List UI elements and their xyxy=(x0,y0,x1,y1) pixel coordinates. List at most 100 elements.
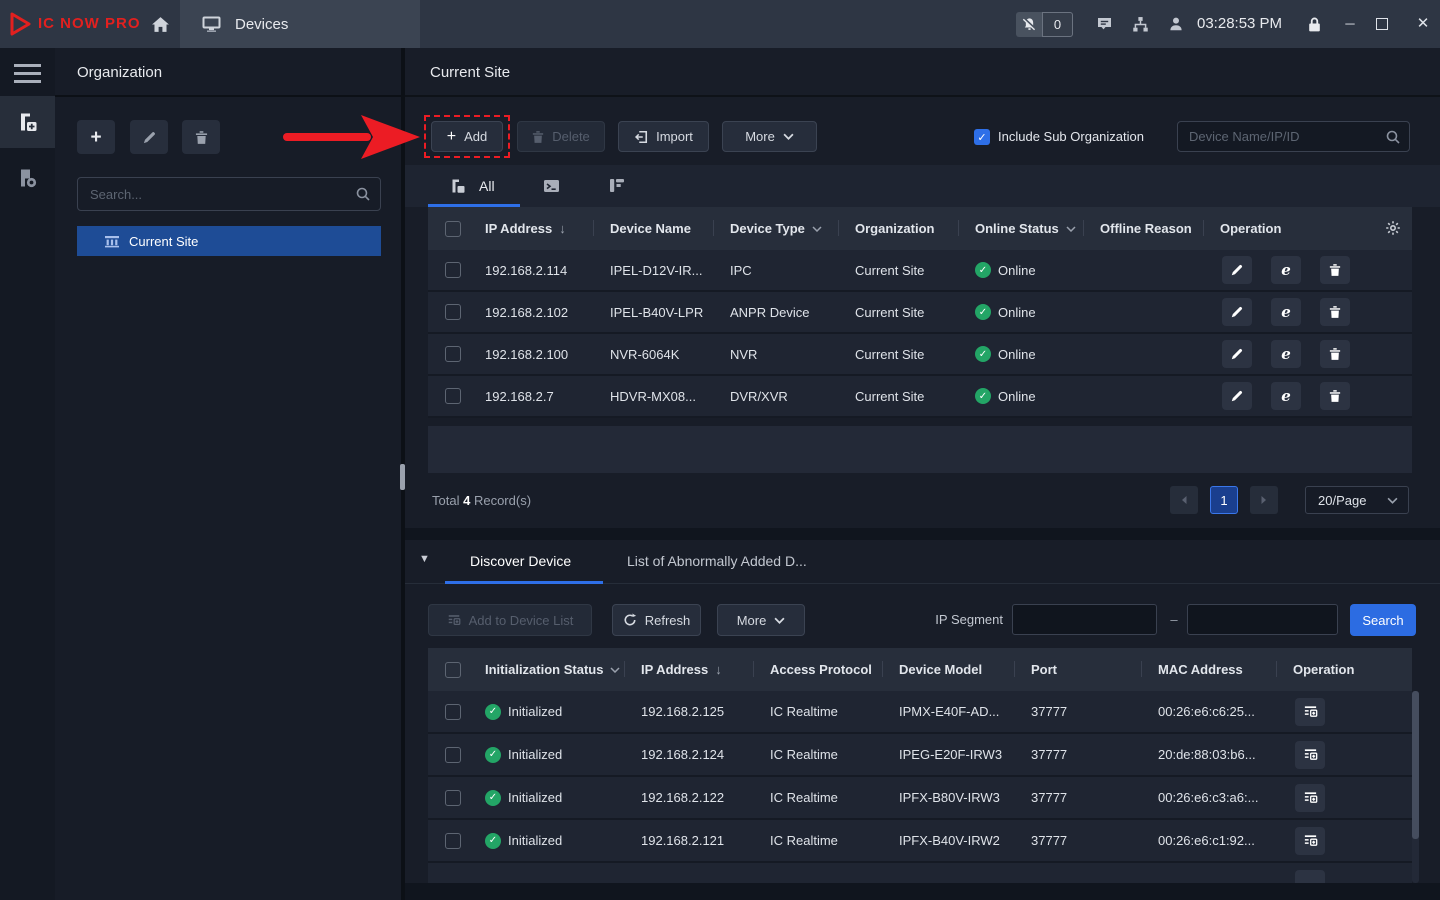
open-device-web-button[interactable]: e xyxy=(1271,256,1301,284)
row-checkbox[interactable] xyxy=(445,388,461,404)
device-type: DVR/XVR xyxy=(713,376,838,416)
more-dropdown[interactable]: More xyxy=(717,604,805,636)
close-button[interactable]: ✕ xyxy=(1410,0,1436,48)
row-checkbox[interactable] xyxy=(445,704,461,720)
left-rail xyxy=(0,48,55,900)
sort-icon[interactable]: ↓ xyxy=(559,221,566,236)
scrollbar-thumb[interactable] xyxy=(1412,691,1419,839)
sort-icon[interactable]: ↓ xyxy=(715,662,722,677)
rail-item-device-config[interactable] xyxy=(0,152,55,204)
row-checkbox[interactable] xyxy=(445,262,461,278)
add-device-button[interactable]: + Add xyxy=(431,121,503,152)
org-delete-button[interactable] xyxy=(182,120,220,154)
device-search-input[interactable] xyxy=(1178,122,1409,151)
ip-segment-start-input[interactable] xyxy=(1013,605,1156,634)
message-icon[interactable] xyxy=(1092,0,1116,48)
table-row[interactable] xyxy=(428,863,1412,883)
import-button[interactable]: Import xyxy=(618,121,709,152)
init-status: Initialized xyxy=(508,790,562,805)
edit-device-button[interactable] xyxy=(1222,256,1252,284)
add-device-to-list-button[interactable] xyxy=(1295,741,1325,769)
tab-access-control[interactable] xyxy=(607,177,625,194)
org-search-input[interactable] xyxy=(78,178,380,210)
ip-segment-end-input[interactable] xyxy=(1188,605,1337,634)
add-device-to-list-button[interactable] xyxy=(1295,827,1325,855)
table-row[interactable]: 192.168.2.7 HDVR-MX08... DVR/XVR Current… xyxy=(428,376,1412,418)
tab-all-devices[interactable]: All xyxy=(450,165,495,207)
delete-device-button[interactable] xyxy=(1320,256,1350,284)
refresh-icon xyxy=(623,613,637,627)
table-row[interactable]: 192.168.2.100 NVR-6064K NVR Current Site… xyxy=(428,334,1412,376)
more-dropdown[interactable]: More xyxy=(722,121,817,152)
search-button[interactable]: Search xyxy=(1350,604,1416,636)
next-page-button[interactable] xyxy=(1250,486,1278,514)
tab-all-label: All xyxy=(479,178,495,194)
refresh-button[interactable]: Refresh xyxy=(612,604,701,636)
user-icon[interactable] xyxy=(1164,0,1188,48)
tab-encoder[interactable] xyxy=(543,178,560,194)
table-row[interactable]: 192.168.2.114 IPEL-D12V-IR... IPC Curren… xyxy=(428,250,1412,292)
filter-icon[interactable] xyxy=(812,226,822,232)
row-checkbox[interactable] xyxy=(445,747,461,763)
menu-icon[interactable] xyxy=(14,64,41,88)
open-device-web-button[interactable]: e xyxy=(1271,298,1301,326)
prev-page-button[interactable] xyxy=(1170,486,1198,514)
page-size-select[interactable]: 20/Page xyxy=(1305,486,1409,514)
current-page[interactable]: 1 xyxy=(1210,486,1238,514)
device-org: Current Site xyxy=(838,376,958,416)
section-header: Current Site xyxy=(405,48,1440,97)
table-row[interactable]: 192.168.2.102 IPEL-B40V-LPR ANPR Device … xyxy=(428,292,1412,334)
add-device-to-list-button[interactable] xyxy=(1295,784,1325,812)
include-sub-org-checkbox[interactable]: ✓ xyxy=(974,129,990,145)
row-checkbox[interactable] xyxy=(445,346,461,362)
maximize-button[interactable] xyxy=(1376,18,1388,30)
tree-item-current-site[interactable]: Current Site xyxy=(77,226,381,256)
table-row[interactable]: ✓Initialized 192.168.2.121 IC Realtime I… xyxy=(428,820,1412,863)
filter-icon[interactable] xyxy=(1066,226,1076,232)
row-checkbox[interactable] xyxy=(445,304,461,320)
table-row[interactable]: ✓Initialized 192.168.2.124 IC Realtime I… xyxy=(428,734,1412,777)
select-all-checkbox[interactable] xyxy=(445,221,461,237)
delete-device-button[interactable] xyxy=(1320,340,1350,368)
rail-item-device-add[interactable] xyxy=(0,96,55,148)
table-row[interactable]: ✓Initialized 192.168.2.125 IC Realtime I… xyxy=(428,691,1412,734)
delete-device-button[interactable] xyxy=(1320,382,1350,410)
minimize-button[interactable]: ─ xyxy=(1338,0,1362,48)
mac-address: 00:26:e6:c3:a6:... xyxy=(1141,777,1276,818)
org-search-box xyxy=(77,177,381,211)
lock-icon[interactable] xyxy=(1302,0,1326,48)
tab-devices[interactable]: Devices xyxy=(180,0,420,48)
port: 37777 xyxy=(1014,820,1141,861)
edit-device-button[interactable] xyxy=(1222,298,1252,326)
filter-icon[interactable] xyxy=(610,667,620,673)
table-row[interactable]: ✓Initialized 192.168.2.122 IC Realtime I… xyxy=(428,777,1412,820)
record-count: Total 4 Record(s) xyxy=(432,473,531,528)
open-device-web-button[interactable]: e xyxy=(1271,382,1301,410)
add-to-device-list-button[interactable]: Add to Device List xyxy=(428,604,592,636)
row-checkbox[interactable] xyxy=(445,833,461,849)
tab-abnormal-devices[interactable]: List of Abnormally Added D... xyxy=(627,540,807,584)
open-device-web-button[interactable]: e xyxy=(1271,340,1301,368)
column-settings-gear-icon[interactable] xyxy=(1385,220,1401,236)
tab-discover-device[interactable]: Discover Device xyxy=(470,540,571,584)
add-device-to-list-button[interactable] xyxy=(1295,698,1325,726)
edit-device-button[interactable] xyxy=(1222,382,1252,410)
org-add-button[interactable]: + xyxy=(77,120,115,154)
device-type: NVR xyxy=(713,334,838,374)
home-icon[interactable] xyxy=(140,0,180,48)
edit-device-button[interactable] xyxy=(1222,340,1252,368)
chevron-down-icon xyxy=(1387,497,1398,504)
add-device-to-list-button[interactable] xyxy=(1295,870,1325,884)
delete-device-button[interactable] xyxy=(1320,298,1350,326)
add-to-list-icon xyxy=(1303,790,1318,805)
select-all-checkbox[interactable] xyxy=(445,662,461,678)
collapse-icon[interactable]: ▼ xyxy=(419,553,430,565)
delete-device-button[interactable]: Delete xyxy=(517,121,605,152)
sitemap-icon[interactable] xyxy=(1128,0,1152,48)
device-name: NVR-6064K xyxy=(593,334,713,374)
row-checkbox[interactable] xyxy=(445,790,461,806)
initialized-icon: ✓ xyxy=(485,747,501,763)
online-icon: ✓ xyxy=(975,304,991,320)
notification-control[interactable]: 0 xyxy=(1016,12,1073,37)
org-edit-button[interactable] xyxy=(130,120,168,154)
